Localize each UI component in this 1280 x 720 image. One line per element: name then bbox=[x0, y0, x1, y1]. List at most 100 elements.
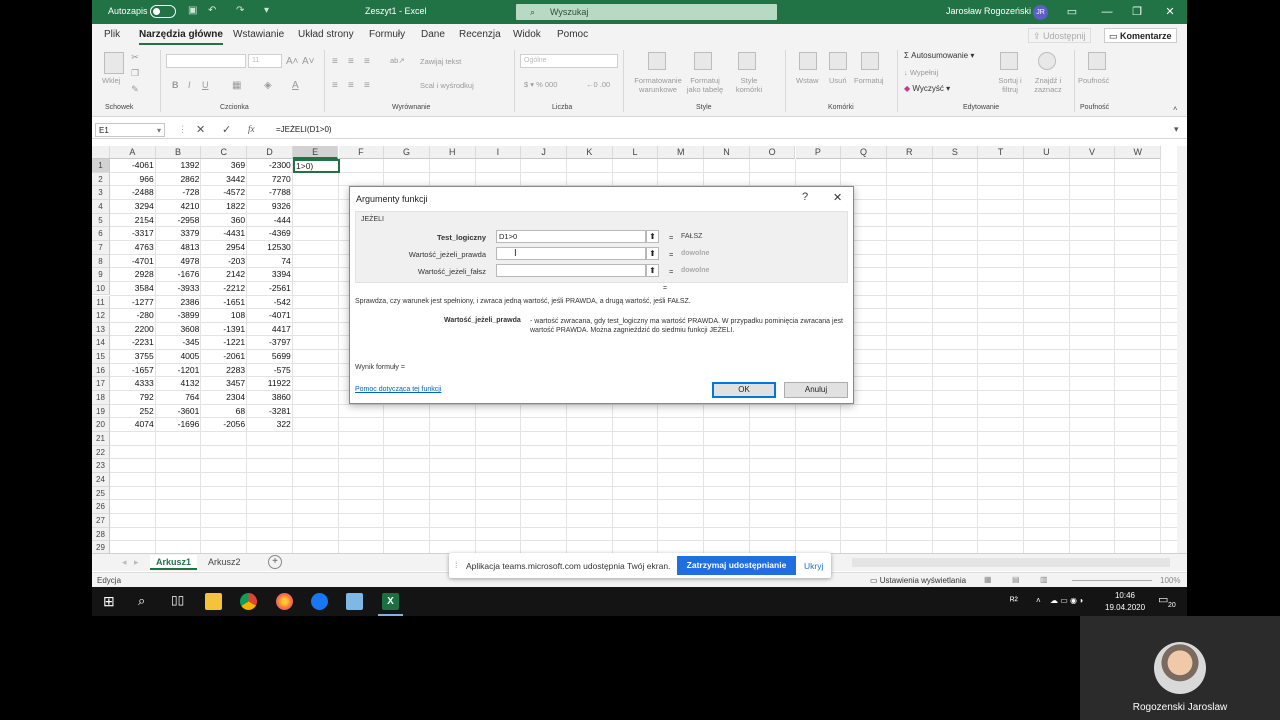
fill-color-icon[interactable]: ◈ bbox=[264, 80, 272, 91]
row-header[interactable]: 14 bbox=[92, 336, 110, 351]
cell-value[interactable]: 3442 bbox=[201, 173, 247, 186]
column-header[interactable]: N bbox=[704, 146, 750, 159]
sensitivity-icon[interactable] bbox=[1088, 52, 1106, 70]
delete-cells-icon[interactable] bbox=[829, 52, 847, 70]
undo-icon[interactable]: ↶ bbox=[208, 5, 216, 16]
cell-value[interactable]: 966 bbox=[110, 173, 156, 186]
zoom-slider[interactable] bbox=[1072, 580, 1152, 581]
column-header[interactable]: D bbox=[247, 146, 293, 159]
active-cell-e1[interactable]: 1>0) bbox=[293, 159, 340, 173]
cut-icon[interactable]: ✂ bbox=[130, 52, 140, 62]
number-format-combo[interactable]: Ogólne bbox=[520, 54, 618, 68]
avatar[interactable]: JR bbox=[1033, 5, 1048, 20]
people-icon[interactable]: ᴿ² bbox=[1010, 596, 1018, 607]
cell-value[interactable]: 4074 bbox=[110, 418, 156, 431]
row-header[interactable]: 24 bbox=[92, 472, 110, 487]
page-break-view-icon[interactable]: ▥ bbox=[1040, 575, 1048, 584]
formula-input[interactable]: =JEŻELI(D1>0) bbox=[276, 125, 332, 134]
row-header[interactable]: 9 bbox=[92, 268, 110, 282]
save-icon[interactable]: ▣ bbox=[188, 5, 197, 16]
cell-value[interactable]: 2283 bbox=[201, 364, 247, 377]
copy-icon[interactable]: ❐ bbox=[130, 68, 140, 78]
format-table-label[interactable]: Formatuj jako tabelę bbox=[684, 76, 726, 94]
zoom-level[interactable]: 100% bbox=[1160, 576, 1180, 585]
tab-home[interactable]: Narzędzia główne bbox=[139, 29, 223, 45]
cell-value[interactable]: 3294 bbox=[110, 200, 156, 213]
bold-icon[interactable]: B bbox=[172, 80, 179, 90]
cell-value[interactable]: 11922 bbox=[247, 377, 293, 390]
cancel-entry-icon[interactable]: ✕ bbox=[196, 123, 205, 136]
cell-value[interactable]: 4132 bbox=[156, 377, 202, 390]
tab-page-layout[interactable]: Układ strony bbox=[298, 29, 354, 40]
cell-value[interactable]: 764 bbox=[156, 391, 202, 404]
format-cells-label[interactable]: Formatuj bbox=[854, 76, 884, 85]
collapse-ribbon-icon[interactable]: ˄ bbox=[1173, 104, 1177, 113]
hide-banner-link[interactable]: Ukryj bbox=[804, 561, 823, 571]
cell-value[interactable]: -2488 bbox=[110, 186, 156, 199]
cell-value[interactable]: -4061 bbox=[110, 159, 156, 172]
decimal-icon[interactable]: ←0 .00 bbox=[586, 80, 610, 89]
ok-button[interactable]: OK bbox=[712, 382, 776, 398]
autosum-button[interactable]: Σ Autosumowanie ▾ bbox=[904, 51, 974, 60]
column-header[interactable]: F bbox=[338, 146, 385, 159]
row-header[interactable]: 8 bbox=[92, 254, 110, 269]
next-sheet-icon[interactable]: ▸ bbox=[134, 557, 139, 568]
tab-view[interactable]: Widok bbox=[513, 29, 541, 40]
cell-value[interactable]: 1392 bbox=[156, 159, 202, 172]
fill-button[interactable]: ↓ Wypełnij bbox=[904, 68, 938, 77]
row-header[interactable]: 22 bbox=[92, 445, 110, 460]
cell-value[interactable]: 3755 bbox=[110, 350, 156, 363]
column-header[interactable]: S bbox=[932, 146, 979, 159]
firefox-icon[interactable] bbox=[276, 593, 293, 610]
column-header[interactable]: B bbox=[155, 146, 202, 159]
close-button[interactable]: ✕ bbox=[1160, 4, 1180, 20]
row-header[interactable]: 26 bbox=[92, 500, 110, 514]
cell-value[interactable]: 74 bbox=[247, 255, 293, 268]
cell-value[interactable]: -3601 bbox=[156, 405, 202, 418]
column-header[interactable]: M bbox=[658, 146, 705, 159]
row-header[interactable]: 1 bbox=[92, 159, 110, 173]
cell-value[interactable]: -4369 bbox=[247, 227, 293, 240]
cell-value[interactable]: -542 bbox=[247, 296, 293, 309]
cell-value[interactable]: 3379 bbox=[156, 227, 202, 240]
align-middle-icon[interactable]: ≡ bbox=[348, 56, 354, 67]
align-center-icon[interactable]: ≡ bbox=[348, 80, 354, 91]
align-top-icon[interactable]: ≡ bbox=[332, 56, 338, 67]
align-bottom-icon[interactable]: ≡ bbox=[364, 56, 370, 67]
customize-qat-icon[interactable]: ▾ bbox=[264, 5, 269, 16]
redo-icon[interactable]: ↷ bbox=[236, 5, 244, 16]
column-header[interactable]: J bbox=[521, 146, 567, 159]
column-header[interactable]: K bbox=[567, 146, 613, 159]
cell-value[interactable]: -2212 bbox=[201, 282, 247, 295]
cell-value[interactable]: 1822 bbox=[201, 200, 247, 213]
grow-font-icon[interactable]: A˄ bbox=[286, 56, 299, 67]
cell-value[interactable]: 360 bbox=[201, 214, 247, 227]
shrink-font-icon[interactable]: A˅ bbox=[302, 56, 315, 67]
column-header[interactable]: P bbox=[795, 146, 842, 159]
row-header[interactable]: 23 bbox=[92, 459, 110, 473]
row-header[interactable]: 6 bbox=[92, 227, 110, 241]
column-header[interactable]: Q bbox=[841, 146, 887, 159]
cell-value[interactable]: 3457 bbox=[201, 377, 247, 390]
cell-value[interactable]: 2386 bbox=[156, 296, 202, 309]
row-header[interactable]: 4 bbox=[92, 199, 110, 214]
tab-insert[interactable]: Wstawianie bbox=[233, 29, 284, 40]
tab-review[interactable]: Recenzja bbox=[459, 29, 501, 40]
insert-cells-label[interactable]: Wstaw bbox=[796, 76, 819, 85]
cell-value[interactable]: -203 bbox=[201, 255, 247, 268]
column-header[interactable]: O bbox=[749, 146, 796, 159]
cell-value[interactable]: -1221 bbox=[201, 336, 247, 349]
column-header[interactable]: C bbox=[201, 146, 248, 159]
task-view-icon[interactable]: ▯▯ bbox=[171, 593, 184, 607]
column-header[interactable]: A bbox=[110, 146, 156, 159]
row-header[interactable]: 25 bbox=[92, 486, 110, 501]
sensitivity-label[interactable]: Poufność bbox=[1078, 76, 1109, 85]
add-sheet-icon[interactable]: + bbox=[268, 555, 282, 569]
normal-view-icon[interactable]: ▦ bbox=[984, 575, 992, 584]
find-select-label[interactable]: Znajdź i zaznacz bbox=[1029, 76, 1067, 94]
delete-cells-label[interactable]: Usuń bbox=[829, 76, 847, 85]
sheet-tab-arkusz1[interactable]: Arkusz1 bbox=[150, 555, 198, 570]
cell-value[interactable]: -2300 bbox=[247, 159, 293, 172]
clock-date[interactable]: 19.04.2020 bbox=[1105, 603, 1145, 612]
display-settings-button[interactable]: ▭ Ustawienia wyświetlania bbox=[870, 576, 966, 585]
